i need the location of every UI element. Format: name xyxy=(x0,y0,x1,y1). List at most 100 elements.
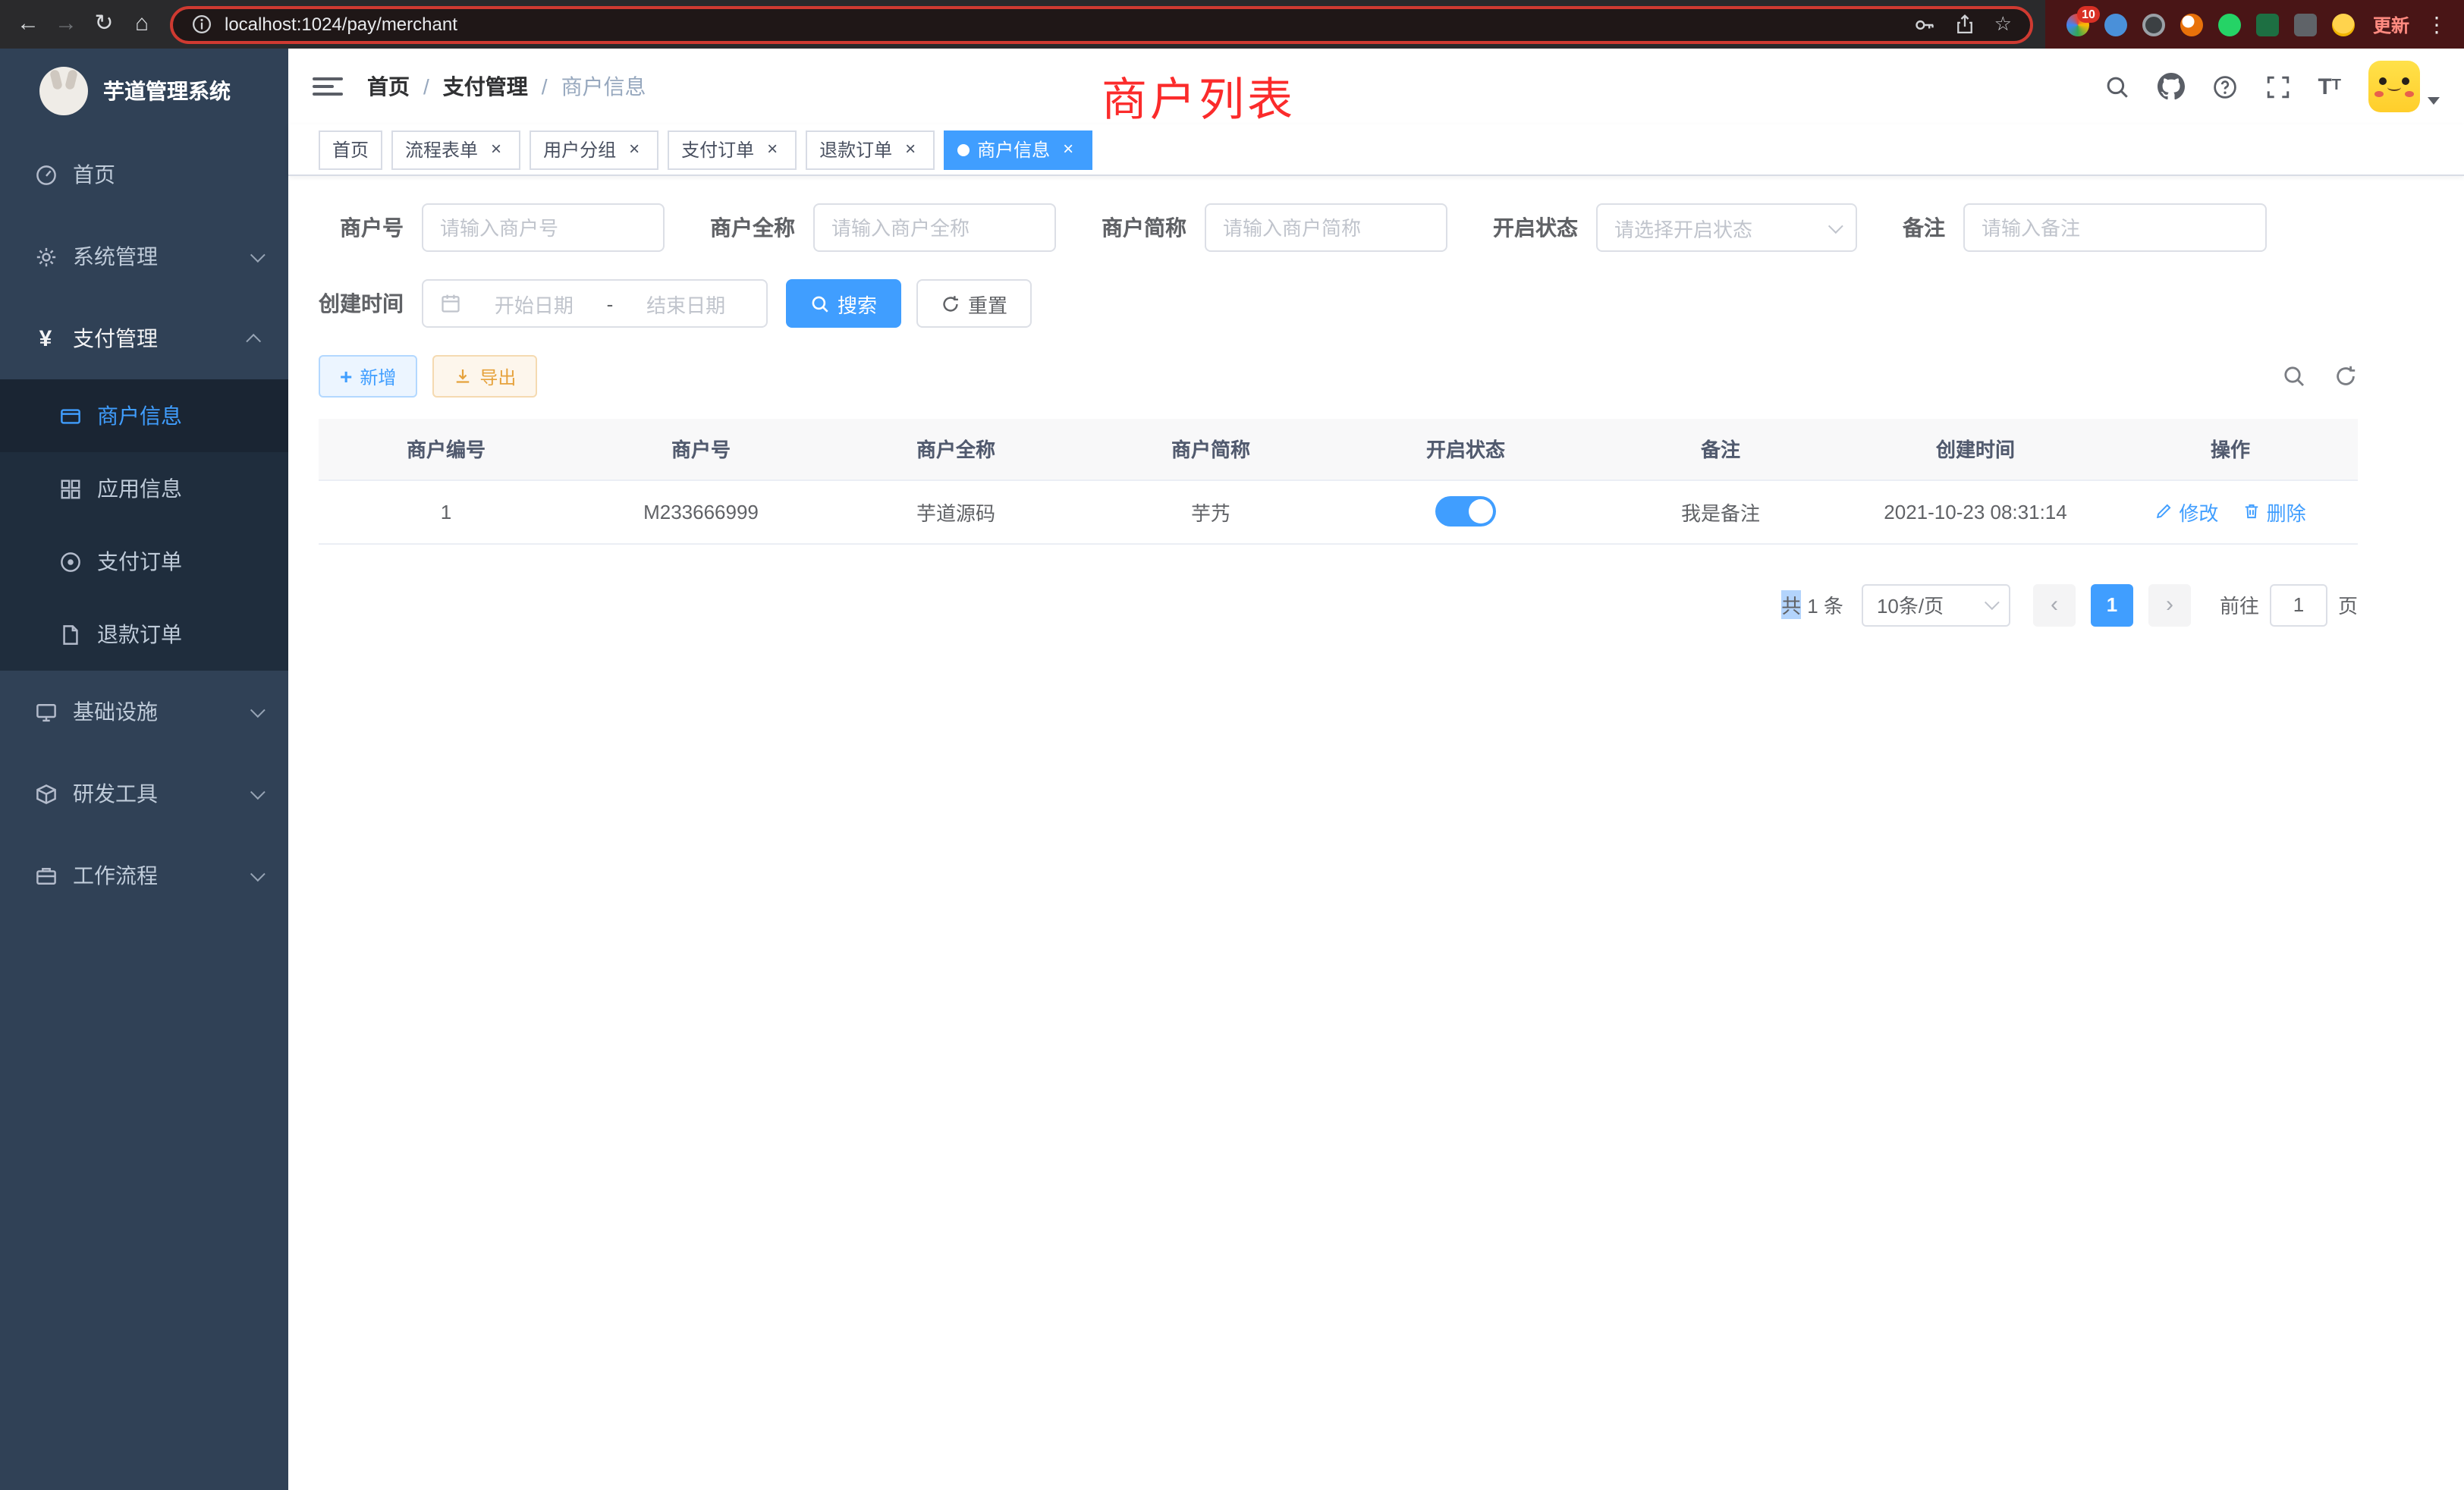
status-select[interactable]: 请选择开启状态 xyxy=(1596,203,1857,252)
page-size-select[interactable]: 10条/页 xyxy=(1862,583,2010,626)
search-icon[interactable] xyxy=(2104,74,2129,99)
sidebar-item-label: 商户信息 xyxy=(97,401,182,431)
extension-icon[interactable] xyxy=(2104,13,2127,36)
sidebar-item-payment[interactable]: ¥ 支付管理 xyxy=(0,297,288,379)
fullscreen-icon[interactable] xyxy=(2264,74,2290,99)
toggle-search-icon[interactable] xyxy=(2282,364,2306,388)
url-bar[interactable]: localhost:1024/pay/merchant ☆ xyxy=(170,5,2033,43)
create-time-range-picker[interactable]: 开始日期 - 结束日期 xyxy=(422,279,768,328)
github-icon[interactable] xyxy=(2157,73,2184,100)
pagination: 共 1 条 10条/页 ‹ 1 › 前往 页 xyxy=(319,583,2358,626)
edit-link[interactable]: 修改 xyxy=(2154,497,2218,526)
col-status: 开启状态 xyxy=(1338,419,1593,479)
hamburger-icon[interactable] xyxy=(313,77,343,96)
browser-menu-icon[interactable]: ⋮ xyxy=(2425,11,2449,37)
cell-remark: 我是备注 xyxy=(1593,479,1848,543)
chevron-down-icon xyxy=(250,702,266,717)
chevron-down-icon xyxy=(250,247,266,262)
sidebar-item-devtools[interactable]: 研发工具 xyxy=(0,753,288,835)
extension-icon[interactable] xyxy=(2180,13,2203,36)
font-size-icon[interactable]: TT xyxy=(2318,75,2341,98)
breadcrumb-home[interactable]: 首页 xyxy=(367,71,410,102)
extension-icon[interactable] xyxy=(2142,13,2165,36)
sidebar-item-app-info[interactable]: 应用信息 xyxy=(0,452,288,525)
breadcrumb-separator: / xyxy=(423,74,429,99)
close-icon[interactable]: × xyxy=(624,139,645,160)
home-icon[interactable]: ⌂ xyxy=(123,0,161,49)
short-name-input[interactable] xyxy=(1223,216,1429,239)
tags-view: 首页 流程表单 × 用户分组 × 支付订单 × 退款订单 × xyxy=(288,124,2464,176)
pencil-icon xyxy=(2154,502,2173,520)
table-row: 1 M233666999 芋道源码 芋艿 我是备注 2021-10-23 08:… xyxy=(319,479,2358,543)
share-icon[interactable] xyxy=(1955,14,1976,35)
refresh-icon[interactable] xyxy=(2334,364,2358,388)
tab-merchant-info[interactable]: 商户信息 × xyxy=(944,130,1092,169)
remark-label: 备注 xyxy=(1903,212,1945,243)
goto-label: 前往 xyxy=(2220,590,2259,619)
export-button[interactable]: 导出 xyxy=(432,355,537,398)
remark-input[interactable] xyxy=(1982,216,2249,239)
add-button[interactable]: + 新增 xyxy=(319,355,417,398)
sidebar-item-home[interactable]: 首页 xyxy=(0,134,288,215)
browser-update-button[interactable]: 更新 xyxy=(2373,11,2409,37)
extensions-area: 10 更新 ⋮ xyxy=(2045,0,2464,49)
prev-page-button[interactable]: ‹ xyxy=(2033,583,2076,626)
next-page-button[interactable]: › xyxy=(2148,583,2191,626)
calendar-icon xyxy=(440,293,461,314)
close-icon[interactable]: × xyxy=(486,139,507,160)
extension-icon[interactable]: 10 xyxy=(2066,13,2089,36)
col-merchant-no: 商户号 xyxy=(574,419,828,479)
monitor-icon xyxy=(33,700,58,723)
search-button-label: 搜索 xyxy=(838,289,877,318)
annotation-merchant-list: 商户列表 xyxy=(1102,62,1296,129)
search-form-row-2: 创建时间 开始日期 - 结束日期 xyxy=(319,279,2358,328)
extension-icon[interactable] xyxy=(2218,13,2241,36)
reset-button[interactable]: 重置 xyxy=(916,279,1032,328)
page-number-button[interactable]: 1 xyxy=(2091,583,2133,626)
table-toolbar: + 新增 导出 xyxy=(319,355,2358,398)
info-icon[interactable] xyxy=(191,14,212,35)
merchant-no-input[interactable] xyxy=(440,216,646,239)
user-avatar xyxy=(2368,61,2420,112)
extension-icon[interactable] xyxy=(2332,13,2355,36)
url-text: localhost:1024/pay/merchant xyxy=(225,14,1902,35)
extension-icon[interactable] xyxy=(2294,13,2317,36)
extension-icon[interactable] xyxy=(2256,13,2279,36)
tab-user-group[interactable]: 用户分组 × xyxy=(530,130,658,169)
status-label: 开启状态 xyxy=(1493,212,1578,243)
tab-home[interactable]: 首页 xyxy=(319,130,382,169)
cell-merchant-no: M233666999 xyxy=(574,479,828,543)
sidebar-item-label: 基础设施 xyxy=(73,696,158,727)
sidebar-item-refund-order[interactable]: 退款订单 xyxy=(0,598,288,671)
app-logo[interactable]: 芋道管理系统 xyxy=(0,49,288,134)
sidebar-item-workflow[interactable]: 工作流程 xyxy=(0,835,288,916)
sidebar-item-merchant-info[interactable]: 商户信息 xyxy=(0,379,288,452)
sidebar-item-infrastructure[interactable]: 基础设施 xyxy=(0,671,288,753)
full-name-input[interactable] xyxy=(831,216,1038,239)
caret-down-icon xyxy=(2428,97,2440,105)
sidebar-item-pay-order[interactable]: 支付订单 xyxy=(0,525,288,598)
breadcrumb-payment[interactable]: 支付管理 xyxy=(443,71,528,102)
close-icon[interactable]: × xyxy=(900,139,921,160)
password-key-icon[interactable] xyxy=(1914,13,1937,36)
delete-link[interactable]: 删除 xyxy=(2242,497,2306,526)
close-icon[interactable]: × xyxy=(1058,139,1079,160)
tab-refund-order[interactable]: 退款订单 × xyxy=(806,130,935,169)
chevron-down-icon xyxy=(1828,218,1843,233)
forward-icon[interactable]: → xyxy=(47,0,85,49)
close-icon[interactable]: × xyxy=(762,139,783,160)
bookmark-star-icon[interactable]: ☆ xyxy=(1994,12,2012,36)
back-icon[interactable]: ← xyxy=(9,0,47,49)
user-menu[interactable] xyxy=(2368,61,2440,112)
goto-page-input[interactable] xyxy=(2270,583,2327,626)
reload-icon[interactable]: ↻ xyxy=(85,0,123,49)
status-toggle[interactable] xyxy=(1435,496,1496,527)
search-button[interactable]: 搜索 xyxy=(786,279,901,328)
app-grid-icon xyxy=(58,477,82,500)
tab-pay-order[interactable]: 支付订单 × xyxy=(668,130,797,169)
main-area: 首页 / 支付管理 / 商户信息 商户列表 xyxy=(288,49,2464,1490)
tab-process-form[interactable]: 流程表单 × xyxy=(391,130,520,169)
help-icon[interactable] xyxy=(2211,74,2237,99)
toolbox-icon xyxy=(33,782,58,805)
sidebar-item-system[interactable]: 系统管理 xyxy=(0,215,288,297)
